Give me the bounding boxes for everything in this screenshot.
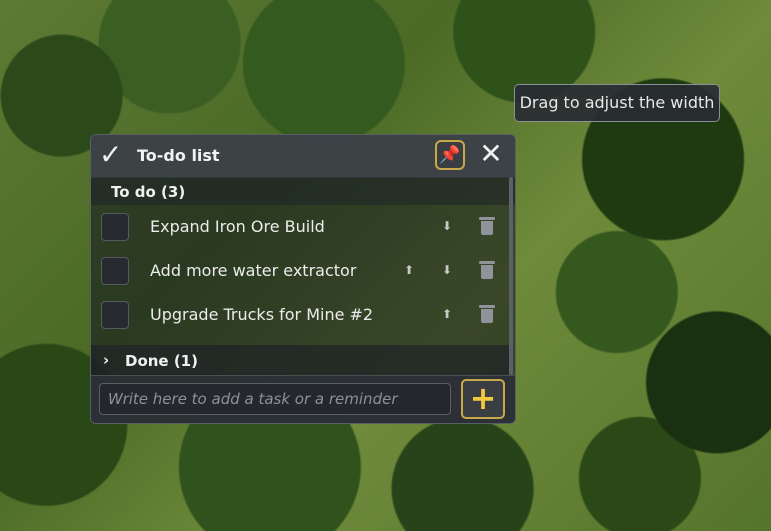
done-section-label: Done (1) (125, 352, 198, 370)
move-up-icon[interactable]: ⬆ (402, 260, 416, 280)
trash-icon[interactable] (479, 260, 495, 280)
task-checkbox[interactable] (101, 213, 129, 241)
task-checkbox[interactable] (101, 257, 129, 285)
close-button[interactable]: ✕ (477, 140, 505, 169)
task-row: Expand Iron Ore Build ⬇ (91, 205, 509, 249)
todo-section-label: To do (3) (111, 183, 186, 201)
add-task-input[interactable] (99, 383, 451, 415)
task-label: Upgrade Trucks for Mine #2 (150, 305, 374, 324)
trash-icon[interactable] (479, 216, 495, 236)
move-down-icon[interactable]: ⬇ (440, 216, 454, 236)
pin-button[interactable]: 📌 (435, 140, 465, 170)
resize-handle[interactable] (509, 177, 513, 375)
panel-footer: + (91, 375, 515, 423)
task-row: Add more water extractor ⬆ ⬇ (91, 249, 509, 293)
close-icon: ✕ (479, 137, 503, 170)
pin-icon: 📌 (439, 145, 461, 165)
task-label: Expand Iron Ore Build (150, 217, 325, 236)
chevron-right-icon: › (103, 351, 110, 369)
move-up-icon[interactable]: ⬆ (440, 304, 454, 324)
move-down-icon[interactable]: ⬇ (440, 260, 454, 280)
todo-list-panel: ✓ To-do list 📌 ✕ To do (3) Expand Iron O… (90, 134, 516, 424)
todo-section-header: To do (3) (91, 177, 515, 205)
panel-title: To-do list (137, 146, 220, 165)
task-row: Upgrade Trucks for Mine #2 ⬆ (91, 293, 509, 337)
add-task-button[interactable]: + (461, 379, 505, 419)
trash-icon[interactable] (479, 304, 495, 324)
task-checkbox[interactable] (101, 301, 129, 329)
checkmark-icon: ✓ (99, 138, 123, 171)
resize-tooltip: Drag to adjust the width (514, 84, 720, 122)
task-label: Add more water extractor (150, 261, 357, 280)
done-section-header[interactable]: › Done (1) (91, 345, 509, 375)
panel-header[interactable]: ✓ To-do list 📌 ✕ (91, 135, 515, 178)
